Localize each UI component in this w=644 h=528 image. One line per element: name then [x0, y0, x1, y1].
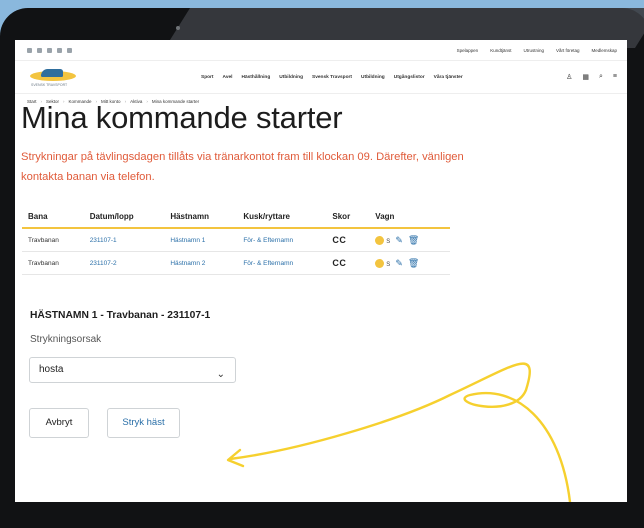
logo-subtitle: SVENSK TRAVSPORT: [31, 83, 68, 87]
cell-skor: CC: [326, 228, 370, 252]
utility-link[interactable]: Vårt företag: [556, 48, 580, 53]
menu-item[interactable]: Våra tjänster: [434, 75, 463, 80]
utility-bar: Spelappen Kundtjänst Utrustning Vårt för…: [15, 40, 627, 61]
menu-item[interactable]: Avel: [223, 75, 233, 80]
delete-icon[interactable]: 🗑: [408, 258, 419, 268]
reason-select-value: hosta: [39, 364, 64, 375]
nav-icons: ♙ ▦ ⌕ ≡: [566, 73, 617, 81]
cart-value: S: [386, 261, 391, 268]
utility-link[interactable]: Utrustning: [523, 48, 544, 53]
linkedin-icon[interactable]: [67, 47, 72, 53]
edit-icon[interactable]: ✎: [395, 235, 403, 245]
cell-datum-link[interactable]: 231107-1: [83, 228, 165, 252]
cell-skor: CC: [326, 251, 370, 275]
shoes-value: CC: [332, 258, 347, 268]
cart-color-icon: [375, 236, 385, 246]
col-vagn: Vagn: [369, 205, 450, 229]
cell-horse-link[interactable]: Hästnamn 1: [164, 228, 238, 252]
main-nav: SVENSK TRAVSPORT Sport Avel Hästhållning…: [15, 61, 627, 94]
logo-horse-icon: [41, 69, 63, 77]
cell-bana: Travbanan: [22, 228, 84, 252]
edit-icon[interactable]: ✎: [395, 258, 403, 268]
utility-link[interactable]: Medlemskap: [591, 48, 617, 53]
camera-icon: [176, 26, 180, 30]
table-row: Travbanan 231107-2 Hästnamn 2 För- & Eft…: [22, 251, 450, 275]
cell-vagn: S ✎ 🗑: [369, 251, 450, 275]
cart-color-icon: [375, 259, 385, 269]
table-row: Travbanan 231107-1 Hästnamn 1 För- & Eft…: [22, 228, 450, 252]
table-header-row: Bana Datum/lopp Hästnamn Kusk/ryttare Sk…: [22, 205, 450, 229]
utility-link[interactable]: Spelappen: [457, 48, 479, 53]
cell-horse-link[interactable]: Hästnamn 2: [164, 251, 238, 275]
cell-driver-link[interactable]: För- & Efternamn: [237, 228, 327, 252]
menu-item[interactable]: Utgångslistor: [394, 75, 425, 80]
menu-icon[interactable]: ≡: [613, 73, 617, 81]
utility-link[interactable]: Kundtjänst: [490, 48, 511, 53]
delete-icon[interactable]: 🗑: [408, 235, 419, 245]
brand-logo[interactable]: SVENSK TRAVSPORT: [27, 65, 83, 89]
cell-vagn: S ✎ 🗑: [369, 228, 450, 252]
search-icon[interactable]: ⌕: [599, 73, 603, 81]
page-title: Mina kommande starter: [21, 100, 343, 135]
menu-item[interactable]: Svensk Travsport: [312, 75, 352, 80]
twitter-icon[interactable]: [47, 47, 52, 53]
starts-table: Bana Datum/lopp Hästnamn Kusk/ryttare Sk…: [22, 205, 450, 275]
menu-item[interactable]: Hästhållning: [242, 75, 271, 80]
cart-value: S: [386, 238, 391, 245]
utility-links: Spelappen Kundtjänst Utrustning Vårt för…: [457, 48, 617, 53]
instagram-icon[interactable]: [37, 47, 42, 53]
social-icons: [27, 47, 72, 53]
reason-label: Strykningsorsak: [30, 334, 102, 345]
strike-form-heading: HÄSTNAMN 1 - Travbanan - 231107-1: [30, 310, 211, 321]
col-hast: Hästnamn: [164, 205, 238, 229]
calendar-icon[interactable]: ▦: [582, 73, 589, 81]
strike-notice: Strykningar på tävlingsdagen tillåts via…: [21, 151, 464, 183]
strike-horse-button[interactable]: Stryk häst: [107, 408, 180, 438]
menu-item[interactable]: Sport: [201, 75, 214, 80]
cell-datum-link[interactable]: 231107-2: [83, 251, 165, 275]
facebook-icon[interactable]: [27, 47, 32, 53]
col-kusk: Kusk/ryttare: [237, 205, 327, 229]
cell-driver-link[interactable]: För- & Efternamn: [237, 251, 327, 275]
col-bana: Bana: [22, 205, 84, 229]
user-icon[interactable]: ♙: [566, 73, 572, 81]
cancel-button[interactable]: Avbryt: [29, 408, 89, 438]
reason-select[interactable]: hosta ⌄: [29, 357, 236, 383]
shoes-value: CC: [332, 235, 347, 245]
cell-bana: Travbanan: [22, 251, 84, 275]
col-skor: Skor: [326, 205, 370, 229]
col-datum: Datum/lopp: [83, 205, 165, 229]
main-menu: Sport Avel Hästhållning Utbildning Svens…: [201, 75, 463, 80]
menu-item[interactable]: Utbildning: [361, 75, 385, 80]
chevron-down-icon: ⌄: [216, 369, 225, 380]
menu-item[interactable]: Utbildning: [279, 75, 303, 80]
youtube-icon[interactable]: [57, 47, 62, 53]
